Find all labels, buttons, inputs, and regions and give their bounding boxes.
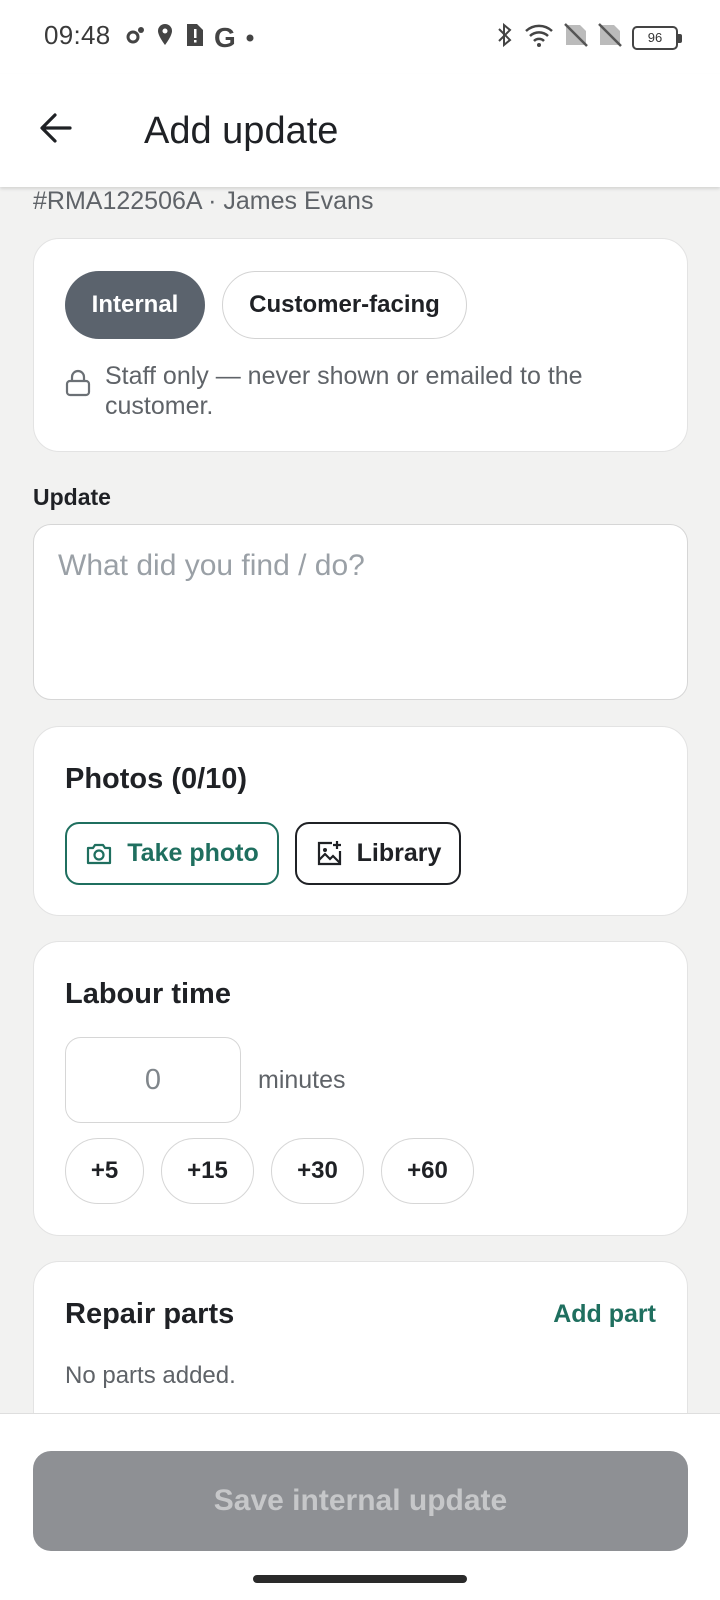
status-time: 09:48 xyxy=(44,20,111,50)
status-left-icons: G xyxy=(124,23,254,52)
back-button[interactable] xyxy=(30,102,82,154)
add-5-button[interactable]: +5 xyxy=(65,1138,144,1204)
add-part-button[interactable]: Add part xyxy=(553,1300,656,1329)
content-scroll[interactable]: #RMA122506A · James Evans Internal Custo… xyxy=(0,187,720,1413)
library-button[interactable]: Library xyxy=(295,822,461,885)
rma-subtitle: #RMA122506A · James Evans xyxy=(33,187,374,215)
library-label: Library xyxy=(356,839,442,867)
repair-parts-title: Repair parts xyxy=(65,1298,235,1330)
wifi-icon xyxy=(524,23,554,52)
page-title: Add update xyxy=(144,110,339,152)
settings-icon xyxy=(124,24,146,51)
bluetooth-icon xyxy=(496,22,514,53)
no-sim-icon xyxy=(564,23,588,52)
add-30-button[interactable]: +30 xyxy=(271,1138,364,1204)
minutes-input[interactable]: 0 xyxy=(65,1037,241,1123)
visibility-card: Internal Customer-facing Staff only — ne… xyxy=(33,238,688,452)
update-textarea[interactable] xyxy=(34,525,687,699)
dot-icon xyxy=(246,29,254,47)
visibility-customer-facing-toggle[interactable]: Customer-facing xyxy=(222,271,467,339)
arrow-left-icon xyxy=(40,113,72,143)
photos-title: Photos (0/10) xyxy=(65,763,248,795)
labour-title: Labour time xyxy=(65,978,231,1010)
add-60-button[interactable]: +60 xyxy=(381,1138,474,1204)
save-update-button[interactable]: Save internal update xyxy=(33,1451,688,1551)
status-bar: 09:48 G 96 xyxy=(0,0,720,74)
home-indicator[interactable] xyxy=(253,1575,467,1583)
sim-alert-icon xyxy=(184,23,204,52)
update-label: Update xyxy=(33,484,111,510)
status-right-icons: 96 xyxy=(496,22,682,53)
image-add-icon xyxy=(317,840,341,865)
take-photo-button[interactable]: Take photo xyxy=(65,822,279,885)
app-bar: Add update xyxy=(0,74,720,187)
take-photo-label: Take photo xyxy=(127,839,259,867)
visibility-note-text: Staff only — never shown or emailed to t… xyxy=(105,362,583,420)
location-icon xyxy=(156,23,174,52)
camera-icon xyxy=(87,843,112,864)
minutes-unit: minutes xyxy=(258,1066,346,1094)
no-sim-icon xyxy=(598,23,622,52)
repair-parts-card: Repair parts Add part No parts added. xyxy=(33,1261,688,1413)
bottom-action-bar: Save internal update xyxy=(0,1413,720,1600)
visibility-internal-toggle[interactable]: Internal xyxy=(65,271,205,339)
labour-card: Labour time 0 minutes +5 +15 +30 +60 xyxy=(33,941,688,1236)
google-icon: G xyxy=(214,21,236,53)
no-parts-text: No parts added. xyxy=(65,1362,236,1389)
update-field xyxy=(33,524,688,700)
photos-card: Photos (0/10) Take photo Library xyxy=(33,726,688,916)
add-15-button[interactable]: +15 xyxy=(161,1138,254,1204)
battery-icon: 96 xyxy=(632,25,682,50)
visibility-note: Staff only — never shown or emailed to t… xyxy=(65,361,625,421)
lock-icon xyxy=(65,361,105,421)
